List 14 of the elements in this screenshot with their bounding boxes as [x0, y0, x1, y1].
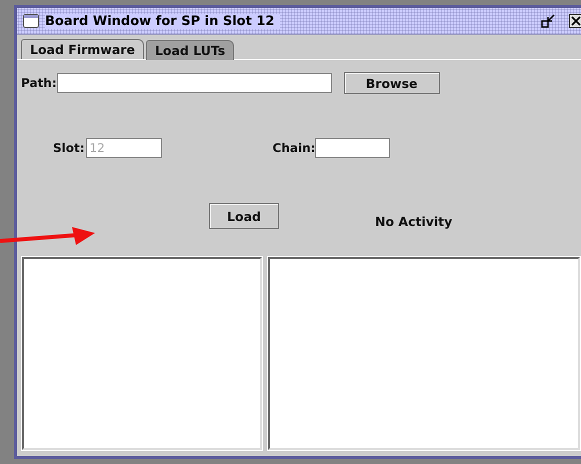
load-button[interactable]: Load	[209, 203, 279, 229]
status-text: No Activity	[375, 214, 452, 228]
close-icon[interactable]	[569, 14, 581, 28]
tab[interactable]: Load LUTs	[146, 40, 234, 60]
window-icon	[23, 14, 39, 28]
path-label: Path:	[21, 76, 57, 90]
tab[interactable]: Load Firmware	[21, 39, 144, 59]
chain-field[interactable]	[315, 138, 390, 158]
restore-icon[interactable]	[541, 14, 555, 28]
window-title: Board Window for SP in Slot 12	[45, 14, 280, 28]
browse-button[interactable]: Browse	[344, 72, 440, 94]
slot-label: Slot:	[53, 141, 85, 155]
chain-label: Chain:	[272, 141, 316, 155]
path-field[interactable]	[56, 73, 332, 93]
